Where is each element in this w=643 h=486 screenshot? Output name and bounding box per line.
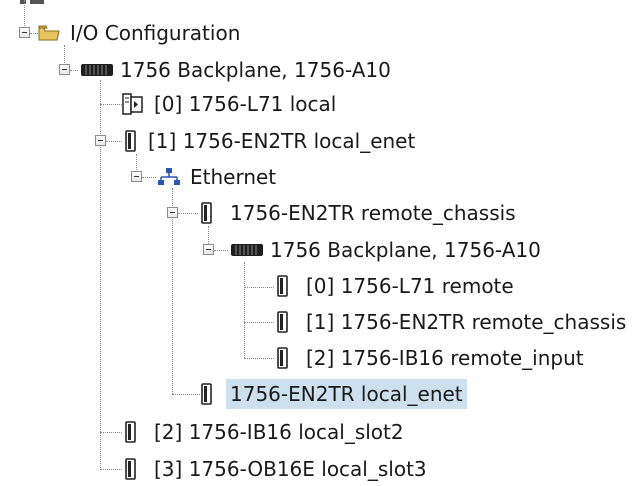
tree-connector-line (214, 250, 228, 251)
io-module-icon (200, 202, 214, 224)
io-module-icon (124, 421, 138, 443)
collapse-toggle-remote-adapter[interactable] (167, 207, 178, 218)
tree-connector-line (178, 213, 198, 214)
collapse-toggle-ethernet[interactable] (131, 171, 142, 182)
tree-item-slot3[interactable]: [3] 1756-OB16E local_slot3 (124, 452, 431, 486)
tree-connector-line (24, 0, 25, 26)
io-module-icon (124, 458, 138, 480)
tree-item-local-enet[interactable]: 1756-EN2TR local_enet (200, 377, 467, 411)
tree-connector-line (100, 432, 122, 433)
tree-connector-line (142, 177, 156, 178)
tree-item-label: [0] 1756-L71 remote (306, 274, 514, 298)
collapse-toggle-backplane[interactable] (59, 64, 70, 75)
tree-item-io-configuration[interactable]: I/O Configuration (38, 16, 244, 50)
tree-item-label: 1756 Backplane, 1756-A10 (270, 238, 541, 262)
tree-item-remote-backplane[interactable]: 1756 Backplane, 1756-A10 (230, 233, 545, 267)
tree-connector-line (244, 262, 245, 358)
tree-item-label: [2] 1756-IB16 remote_input (306, 346, 584, 370)
backplane-chassis-icon (80, 63, 114, 77)
tree-item-label: [2] 1756-IB16 local_slot2 (154, 420, 404, 444)
tree-item-label: 1756 Backplane, 1756-A10 (120, 58, 391, 82)
tree-item-remote-slot2[interactable]: [2] 1756-IB16 remote_input (276, 341, 588, 375)
tree-item-label: [0] 1756-L71 local (154, 92, 337, 116)
io-module-icon (276, 311, 290, 333)
collapse-toggle-slot1[interactable] (95, 135, 106, 146)
tree-item-label: I/O Configuration (70, 21, 241, 45)
tree-item-label: 1756-EN2TR remote_chassis (230, 201, 516, 225)
network-icon (158, 167, 180, 187)
io-module-icon (276, 347, 290, 369)
tree-item-slot2[interactable]: [2] 1756-IB16 local_slot2 (124, 415, 408, 449)
tree-connector-line (70, 70, 78, 71)
tree-connector-line (244, 358, 274, 359)
tree-connector-line (100, 104, 122, 105)
tree-item-slot1-enet[interactable]: [1] 1756-EN2TR local_enet (124, 124, 419, 158)
tree-item-label: [3] 1756-OB16E local_slot3 (154, 457, 427, 481)
tree-item-label: Ethernet (190, 165, 277, 189)
io-module-icon (276, 275, 290, 297)
tree-connector-line (172, 394, 200, 395)
tree-connector-line (30, 33, 38, 34)
io-module-icon (124, 130, 138, 152)
tree-item-remote-adapter[interactable]: 1756-EN2TR remote_chassis (200, 196, 520, 230)
collapse-toggle-io-configuration[interactable] (19, 27, 30, 38)
tree-connector-line (100, 469, 122, 470)
tree-item-ethernet[interactable]: Ethernet (158, 160, 280, 194)
io-configuration-tree: I/O Configuration 1756 Backplane, 1756-A… (0, 0, 643, 481)
tree-connector-line (106, 141, 122, 142)
tree-item-remote-slot1[interactable]: [1] 1756-EN2TR remote_chassis (276, 305, 630, 339)
tree-connector-line (244, 322, 274, 323)
tree-connector-line (244, 287, 274, 288)
io-module-icon (200, 383, 214, 405)
backplane-chassis-icon (230, 243, 264, 257)
tree-item-label: [1] 1756-EN2TR local_enet (148, 129, 416, 153)
tree-item-backplane[interactable]: 1756 Backplane, 1756-A10 (80, 53, 395, 87)
tree-item-label: 1756-EN2TR local_enet (226, 379, 467, 409)
controller-module-icon (122, 93, 144, 115)
tree-connector-line (172, 188, 173, 394)
tree-item-slot0-controller[interactable]: [0] 1756-L71 local (122, 87, 340, 121)
collapse-toggle-remote-backplane[interactable] (203, 244, 214, 255)
folder-icon (38, 24, 60, 42)
tree-item-label: [1] 1756-EN2TR remote_chassis (306, 310, 627, 334)
tree-item-remote-slot0[interactable]: [0] 1756-L71 remote (276, 269, 518, 303)
